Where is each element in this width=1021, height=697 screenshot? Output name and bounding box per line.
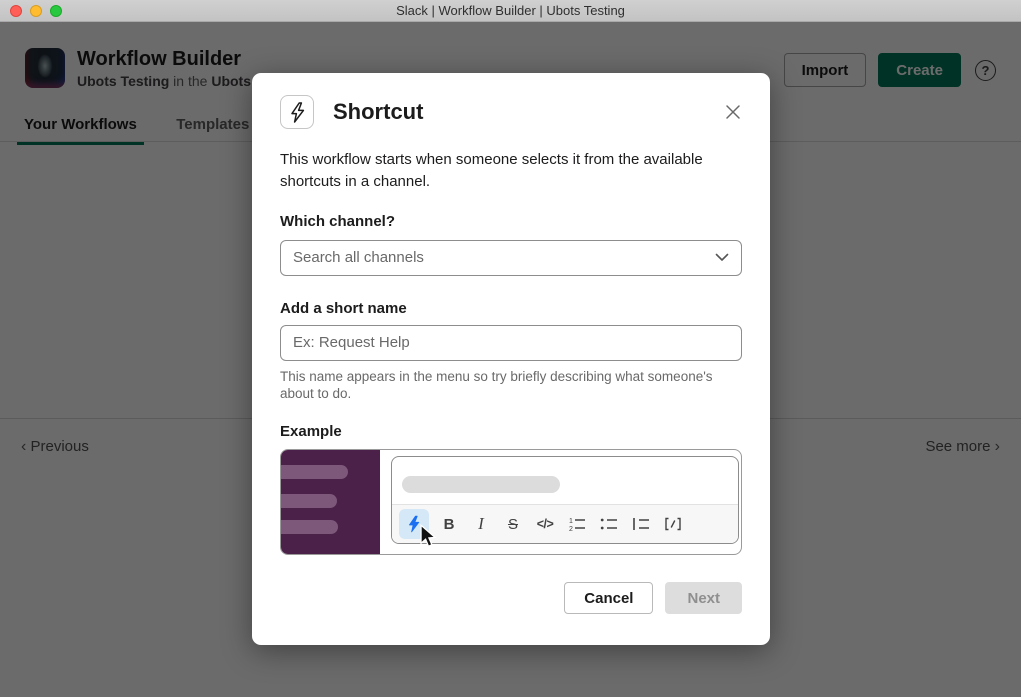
ordered-list-icon: 1 2: [561, 509, 593, 539]
macos-titlebar: Slack | Workflow Builder | Ubots Testing: [0, 0, 1021, 22]
modal-description: This workflow starts when someone select…: [280, 151, 703, 190]
close-icon[interactable]: [723, 102, 743, 122]
strikethrough-icon: S: [507, 515, 518, 533]
channel-select[interactable]: [280, 239, 742, 276]
chevron-down-icon: [715, 253, 729, 261]
short-name-label: Add a short name: [280, 299, 407, 317]
zoom-window-button[interactable]: [50, 5, 62, 17]
window-controls: [10, 0, 62, 22]
cancel-button[interactable]: Cancel: [564, 582, 654, 615]
italic-icon: I: [478, 514, 484, 534]
window-title: Slack | Workflow Builder | Ubots Testing: [396, 3, 625, 18]
screen: Slack | Workflow Builder | Ubots Testing…: [0, 0, 1021, 697]
modal-title: Shortcut: [333, 99, 424, 124]
example-text-placeholder: [402, 476, 560, 494]
code-block-icon: [657, 509, 689, 539]
shortcut-modal: Shortcut This workflow starts when someo…: [252, 73, 770, 645]
svg-text:2: 2: [569, 526, 573, 532]
short-name-input[interactable]: [280, 324, 742, 361]
example-label: Example: [280, 423, 342, 441]
example-message-composer: B I S </> 1 2: [391, 456, 739, 545]
example-formatting-toolbar: B I S </> 1 2: [392, 504, 738, 544]
minimize-window-button[interactable]: [30, 5, 42, 17]
modal-footer: Cancel Next: [280, 582, 742, 615]
bullet-list-icon: [593, 509, 625, 539]
example-sidebar-graphic: [281, 450, 380, 555]
lightning-bolt-icon: [290, 101, 304, 123]
channel-search-input[interactable]: [293, 249, 715, 266]
code-icon: </>: [536, 517, 554, 532]
next-button[interactable]: Next: [665, 582, 742, 615]
short-name-help: This name appears in the menu so try bri…: [280, 368, 713, 402]
blockquote-icon: [625, 509, 657, 539]
example-illustration: B I S </> 1 2: [280, 449, 742, 556]
svg-text:1: 1: [569, 518, 573, 525]
mouse-cursor-icon: [418, 524, 438, 553]
close-window-button[interactable]: [10, 5, 22, 17]
shortcut-icon-box: [280, 95, 314, 129]
channel-label: Which channel?: [280, 212, 396, 230]
